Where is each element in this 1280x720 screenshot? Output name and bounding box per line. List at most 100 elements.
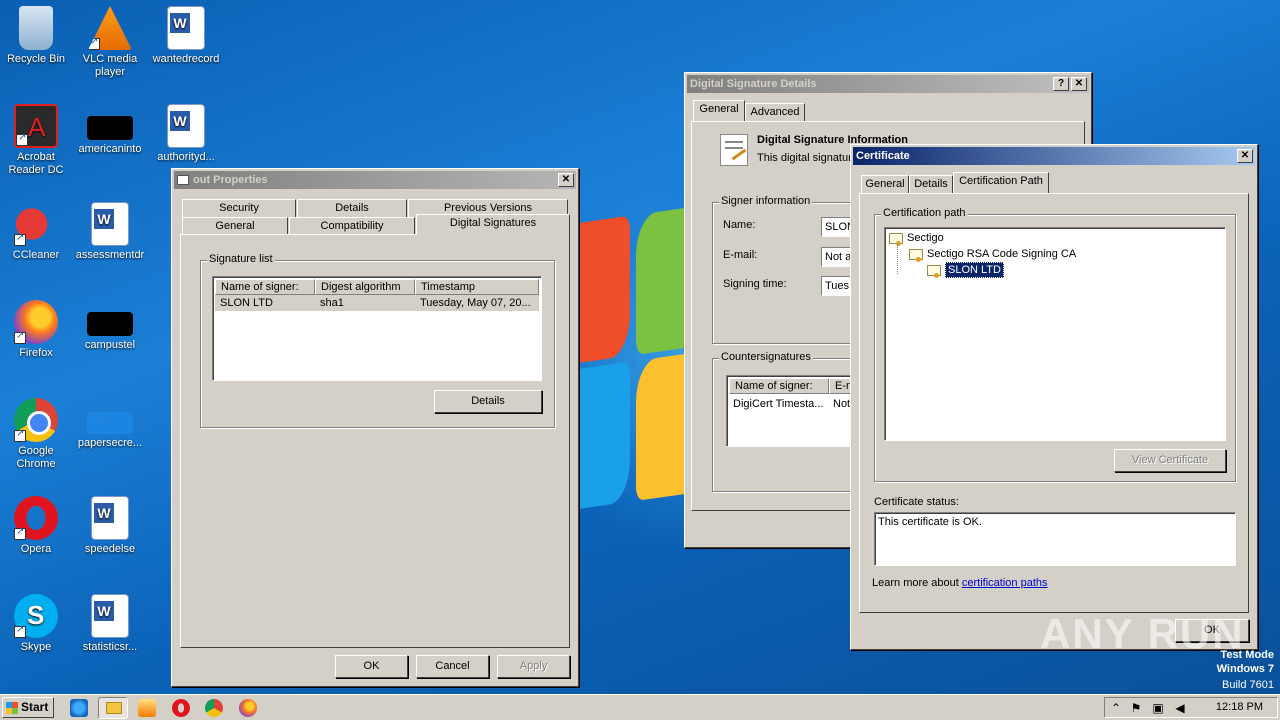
signed-document-icon (720, 134, 748, 166)
properties-titlebar[interactable]: out Properties ✕ (174, 171, 576, 189)
tab-general[interactable]: General (182, 217, 288, 235)
blank-file-icon (87, 412, 133, 434)
desktop-icon-papersecre[interactable]: papersecre... (74, 398, 146, 450)
black-file-icon (87, 116, 133, 140)
tab-general[interactable]: General (861, 175, 909, 193)
apply-button[interactable]: Apply (497, 655, 570, 678)
tab-compatibility[interactable]: Compatibility (289, 217, 415, 235)
certification-path-tree[interactable]: Sectigo Sectigo RSA Code Signing CA SLON… (884, 227, 1226, 441)
vlc-icon (88, 6, 132, 50)
desktop-icon-opera[interactable]: Opera (0, 496, 72, 556)
opera-icon (14, 496, 58, 540)
tab-details[interactable]: Details (909, 175, 953, 193)
start-button[interactable]: Start (2, 697, 54, 718)
ie-icon[interactable] (70, 699, 88, 717)
flag-icon[interactable]: ⚑ (1129, 701, 1143, 715)
acrobat-icon (14, 104, 58, 148)
certificate-status-label: Certificate status: (874, 496, 959, 508)
tab-digital-signatures[interactable]: Digital Signatures (416, 214, 570, 235)
tab-security[interactable]: Security (182, 199, 296, 217)
info-text: This digital signature (757, 152, 858, 164)
desktop-icon-americaninto[interactable]: americaninto (74, 104, 146, 156)
desktop-icon-speedelse[interactable]: speedelse (74, 496, 146, 556)
clock[interactable]: 12:18 PM (1216, 701, 1263, 713)
countersignature-listview[interactable]: Name of signer: E-m DigiCert Timesta... … (726, 375, 866, 447)
certificate-titlebar[interactable]: Certificate ✕ (853, 147, 1255, 165)
certification-paths-link[interactable]: certification paths (962, 577, 1048, 589)
view-certificate-button[interactable]: View Certificate (1114, 449, 1226, 472)
skype-icon (14, 594, 58, 638)
volume-icon[interactable]: ◀ (1173, 701, 1187, 715)
desktop-icon-recycle-bin[interactable]: Recycle Bin (0, 6, 72, 66)
desktop-icon-statisticsr[interactable]: statisticsr... (74, 594, 146, 654)
certification-path-group: Certification path Sectigo Sectigo RSA C… (874, 207, 1236, 482)
ok-button[interactable]: OK (335, 655, 408, 678)
opera-icon[interactable] (172, 699, 190, 717)
build-label: Build 7601 (1222, 679, 1274, 691)
certificate-status-box[interactable]: This certificate is OK. (874, 512, 1236, 566)
network-icon[interactable]: ▣ (1151, 701, 1165, 715)
word-document-icon (91, 496, 129, 540)
recycle-bin-icon (19, 6, 53, 50)
desktop-icon-skype[interactable]: Skype (0, 594, 72, 654)
chrome-icon (14, 398, 58, 442)
tab-certification-path[interactable]: Certification Path (953, 172, 1049, 193)
anyrun-watermark: ANY RUN (1040, 610, 1245, 657)
desktop-icon-vlc[interactable]: VLC media player (74, 6, 146, 79)
black-file-icon (87, 312, 133, 336)
desktop-icon-acrobat[interactable]: Acrobat Reader DC (0, 104, 72, 177)
media-player-icon[interactable] (138, 699, 156, 717)
test-mode-label: Test Mode (1220, 649, 1274, 661)
word-document-icon (91, 594, 129, 638)
firefox-icon (14, 300, 58, 344)
chevron-up-icon[interactable]: ⌃ (1109, 701, 1123, 715)
close-icon[interactable]: ✕ (1071, 77, 1087, 91)
column-digest-algorithm[interactable]: Digest algorithm (315, 279, 415, 295)
system-tray: ⌃ ⚑ ▣ ◀ 12:18 PM (1104, 697, 1278, 718)
signing-time-label: Signing time: (723, 278, 787, 290)
tab-details[interactable]: Details (297, 199, 407, 217)
tab-general[interactable]: General (693, 100, 745, 121)
chrome-icon[interactable] (205, 699, 223, 717)
details-button[interactable]: Details (434, 390, 542, 413)
tree-node-root[interactable]: Sectigo (889, 232, 944, 246)
countersigner-email: Not (833, 398, 851, 410)
certificate-icon (909, 248, 923, 262)
table-row[interactable]: SLON LTD sha1 Tuesday, May 07, 20... (215, 295, 539, 311)
properties-tab-panel: Signature list Name of signer: Digest al… (180, 234, 570, 648)
name-label: Name: (723, 219, 756, 231)
signature-listview[interactable]: Name of signer: Digest algorithm Timesta… (212, 276, 542, 381)
signature-details-titlebar[interactable]: Digital Signature Details ? ✕ (687, 75, 1089, 93)
column-name-of-signer[interactable]: Name of signer: (729, 378, 829, 394)
desktop-icon-campustel[interactable]: campustel (74, 300, 146, 352)
word-document-icon (91, 202, 129, 246)
countersigner-name[interactable]: DigiCert Timesta... (733, 398, 828, 410)
cancel-button[interactable]: Cancel (416, 655, 489, 678)
desktop-icon-ccleaner[interactable]: CCleaner (0, 202, 72, 262)
close-icon[interactable]: ✕ (558, 173, 574, 187)
learn-more-text: Learn more about certification paths (872, 577, 1048, 589)
firefox-icon[interactable] (239, 699, 257, 717)
email-label: E-mail: (723, 249, 758, 261)
word-document-icon (167, 6, 205, 50)
window-icon (177, 175, 189, 186)
tree-node-leaf[interactable]: SLON LTD (927, 262, 1004, 278)
explorer-icon[interactable] (98, 697, 128, 719)
certificate-window: Certificate ✕ General Details Certificat… (850, 144, 1258, 650)
desktop-icon-assessmentdr[interactable]: assessmentdr (74, 202, 146, 262)
signature-list-group: Signature list Name of signer: Digest al… (200, 253, 555, 428)
column-timestamp[interactable]: Timestamp (415, 279, 539, 295)
certificate-icon (927, 264, 941, 278)
tab-advanced[interactable]: Advanced (745, 103, 805, 121)
windows-version-label: Windows 7 (1216, 663, 1274, 675)
certificate-panel: Certification path Sectigo Sectigo RSA C… (859, 193, 1249, 613)
desktop-icon-wantedrecord[interactable]: wantedrecord (150, 6, 222, 66)
help-icon[interactable]: ? (1053, 77, 1069, 91)
desktop-icon-authorityd[interactable]: authorityd... (150, 104, 222, 164)
close-icon[interactable]: ✕ (1237, 149, 1253, 163)
certificate-icon (889, 232, 903, 246)
desktop-icon-chrome[interactable]: Google Chrome (0, 398, 72, 471)
desktop-icon-firefox[interactable]: Firefox (0, 300, 72, 360)
tree-node-intermediate[interactable]: Sectigo RSA Code Signing CA (909, 248, 1076, 262)
column-name-of-signer[interactable]: Name of signer: (215, 279, 315, 295)
